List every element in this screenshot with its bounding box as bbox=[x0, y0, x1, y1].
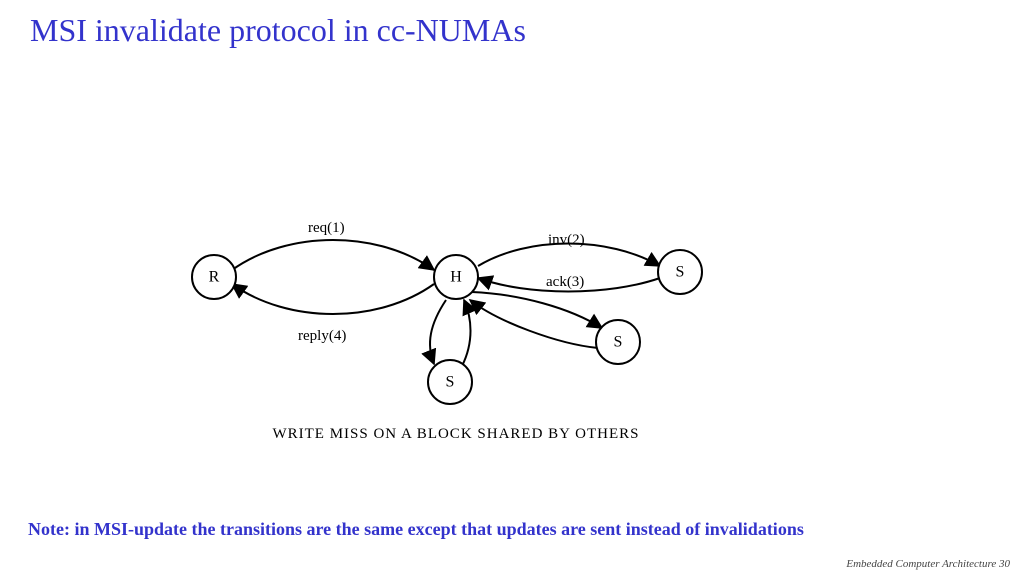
node-r: R bbox=[192, 255, 236, 299]
edge-h-to-s2 bbox=[472, 292, 602, 328]
edge-inv-label: inv(2) bbox=[548, 232, 585, 248]
svg-text:S: S bbox=[446, 374, 455, 391]
note-text: Note: in MSI-update the transitions are … bbox=[28, 519, 996, 540]
edge-reply-label: reply(4) bbox=[298, 328, 346, 344]
protocol-diagram: req(1) reply(4) inv(2) ack(3) R bbox=[168, 222, 744, 450]
edge-req-label: req(1) bbox=[308, 220, 345, 236]
diagram-caption: WRITE MISS ON A BLOCK SHARED BY OTHERS bbox=[272, 426, 639, 442]
edge-s3-to-h bbox=[462, 300, 471, 366]
edge-ack-label: ack(3) bbox=[546, 274, 584, 290]
edge-reply bbox=[232, 284, 434, 314]
edge-req bbox=[232, 240, 434, 270]
svg-text:R: R bbox=[209, 269, 220, 286]
node-s3: S bbox=[428, 360, 472, 404]
node-s2: S bbox=[596, 320, 640, 364]
svg-text:S: S bbox=[676, 264, 685, 281]
svg-text:H: H bbox=[450, 269, 462, 286]
edge-h-to-s3 bbox=[430, 300, 446, 364]
node-h: H bbox=[434, 255, 478, 299]
slide: MSI invalidate protocol in cc-NUMAs req(… bbox=[0, 0, 1024, 576]
node-s1: S bbox=[658, 250, 702, 294]
svg-text:S: S bbox=[614, 334, 623, 351]
slide-title: MSI invalidate protocol in cc-NUMAs bbox=[30, 12, 526, 49]
footer-text: Embedded Computer Architecture 30 bbox=[846, 558, 1010, 570]
edge-s2-to-h bbox=[470, 300, 598, 348]
